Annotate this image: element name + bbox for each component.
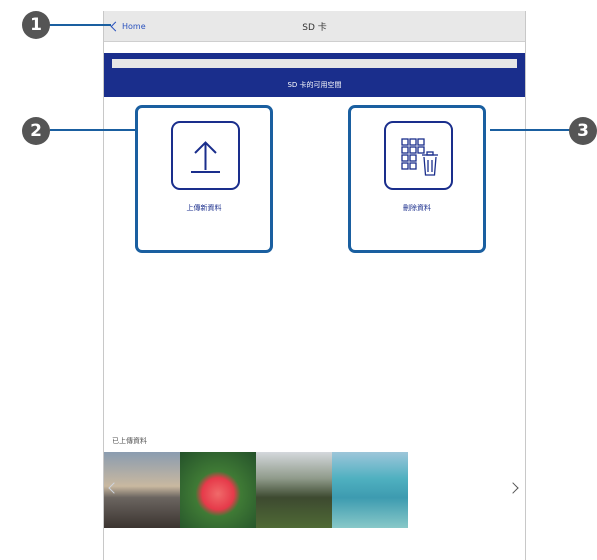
hibiscus-photo[interactable] [180, 452, 256, 528]
next-arrow-icon[interactable] [507, 482, 519, 494]
delete-data-button[interactable]: 刪除資料 [348, 105, 486, 253]
uploaded-photo-strip [104, 452, 408, 528]
upload-data-button[interactable]: 上傳新資料 [135, 105, 273, 253]
upload-icon [171, 121, 240, 190]
uploaded-data-label: 已上傳資料 [112, 437, 147, 445]
callout-line-2 [50, 129, 136, 131]
callout-badge-2: 2 [22, 117, 50, 145]
trees-photo[interactable] [256, 452, 332, 528]
storage-panel: SD 卡的可用空間 [104, 53, 525, 97]
sea-photo[interactable] [332, 452, 408, 528]
callout-badge-3: 3 [569, 117, 597, 145]
page-title: SD 卡 [302, 23, 327, 33]
storage-usage-bar [112, 59, 517, 68]
callout-line-3 [490, 129, 570, 131]
callout-badge-1: 1 [22, 11, 50, 39]
nav-bar: Home SD 卡 [104, 11, 525, 42]
sd-card-screen: Home SD 卡 SD 卡的可用空間 上傳新資料 刪除資料 已上傳資料 [103, 11, 526, 560]
upload-label: 上傳新資料 [186, 204, 222, 212]
delete-icon [384, 121, 453, 190]
storage-label: SD 卡的可用空間 [287, 81, 342, 89]
delete-label: 刪除資料 [403, 204, 431, 212]
